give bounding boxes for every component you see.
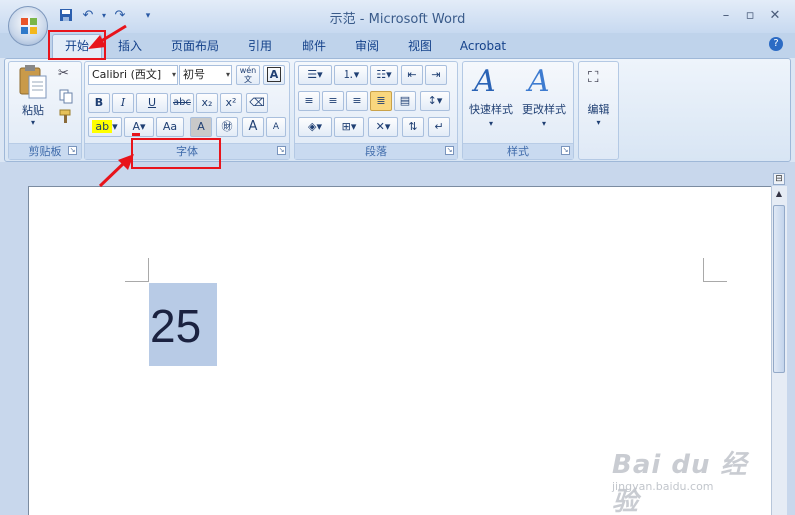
annotation-arrows (88, 24, 134, 188)
watermark-url: jingyan.baidu.com (612, 480, 714, 493)
office-logo-icon (21, 18, 37, 34)
office-button[interactable] (8, 6, 48, 46)
arrow-to-font-group-icon (98, 154, 134, 188)
arrow-to-home-tab-icon (88, 24, 127, 49)
